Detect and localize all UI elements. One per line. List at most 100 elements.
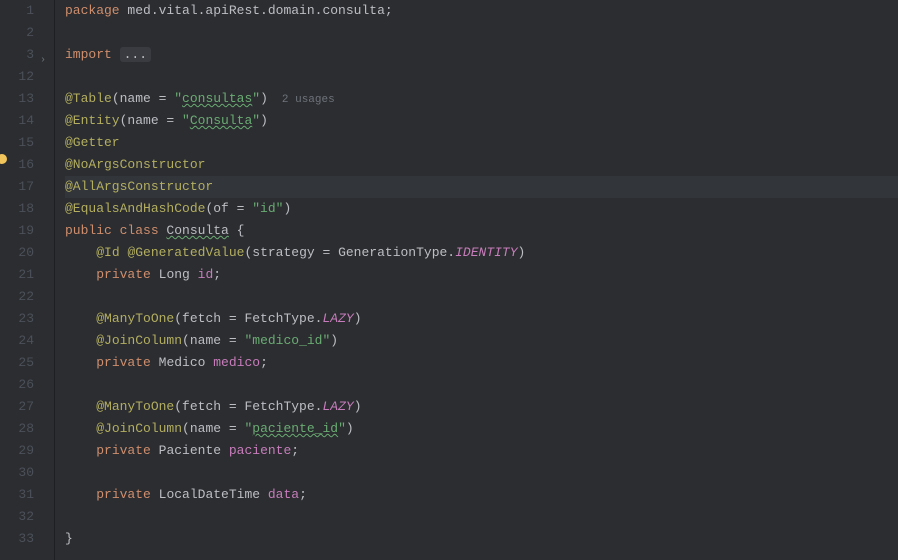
line-number: 23 [0,308,34,330]
code-line[interactable]: @NoArgsConstructor [65,154,898,176]
token: @Id [96,245,127,260]
token: ) [346,421,354,436]
indent [65,333,96,348]
code-line[interactable]: @JoinColumn(name = "paciente_id") [65,418,898,440]
code-editor[interactable]: 123›121314151617181920212223242526272829… [0,0,898,560]
token: medico [213,355,260,370]
code-line[interactable]: @Id @GeneratedValue(strategy = Generatio… [65,242,898,264]
code-line[interactable]: @AllArgsConstructor [65,176,898,198]
code-line[interactable]: private Paciente paciente; [65,440,898,462]
token: private [96,267,158,282]
token: } [65,531,73,546]
code-line[interactable]: package med.vital.apiRest.domain.consult… [65,0,898,22]
code-line[interactable]: private Medico medico; [65,352,898,374]
line-number: 24 [0,330,34,352]
token: ... [120,47,151,62]
token: (name = [182,333,244,348]
token: ) [518,245,526,260]
token: @Table [65,91,112,106]
token: @NoArgsConstructor [65,157,205,172]
token: ; [213,267,221,282]
token: " [252,113,260,128]
indent [65,355,96,370]
token: med.vital.apiRest.domain.consulta; [127,3,392,18]
code-line[interactable] [65,374,898,396]
line-number: 13 [0,88,34,110]
code-line[interactable] [65,506,898,528]
code-line[interactable]: @ManyToOne(fetch = FetchType.LAZY) [65,396,898,418]
code-line[interactable]: import ... [65,44,898,66]
code-line[interactable]: @EqualsAndHashCode(of = "id") [65,198,898,220]
code-line[interactable]: @Entity(name = "Consulta") [65,110,898,132]
token: (name = [120,113,182,128]
code-line[interactable] [65,22,898,44]
fold-expand-icon[interactable]: › [40,50,46,72]
line-number: 33 [0,528,34,550]
token: Long [159,267,198,282]
code-line[interactable]: @JoinColumn(name = "medico_id") [65,330,898,352]
line-number: 31 [0,484,34,506]
token: Medico [159,355,214,370]
token: "id" [252,201,283,216]
code-line[interactable]: @Getter [65,132,898,154]
token: @ManyToOne [96,311,174,326]
token: import [65,47,120,62]
line-number: 32 [0,506,34,528]
token: @Entity [65,113,120,128]
indent [65,399,96,414]
usage-hint[interactable]: 2 usages [282,94,335,106]
code-line[interactable]: @ManyToOne(fetch = FetchType.LAZY) [65,308,898,330]
line-number: 1 [0,0,34,22]
token: ) [354,399,362,414]
token: " [174,91,182,106]
token: private [96,355,158,370]
token: consultas [182,91,252,106]
token: ) [260,91,268,106]
code-line[interactable]: public class Consulta { [65,220,898,242]
token: IDENTITY [455,245,517,260]
token: private [96,443,158,458]
indent [65,245,96,260]
token: "medico_id" [244,333,330,348]
token: (fetch = FetchType. [174,399,322,414]
token: @JoinColumn [96,333,182,348]
line-number: 27 [0,396,34,418]
token: ) [330,333,338,348]
code-line[interactable]: private Long id; [65,264,898,286]
token: ; [260,355,268,370]
code-line[interactable]: private LocalDateTime data; [65,484,898,506]
line-number: 18 [0,198,34,220]
line-number: 3 [0,44,34,66]
line-number: 19 [0,220,34,242]
token: Consulta [190,113,252,128]
token: LAZY [322,399,353,414]
line-number: 26 [0,374,34,396]
line-number: 2 [0,22,34,44]
token: paciente [229,443,291,458]
code-area[interactable]: package med.vital.apiRest.domain.consult… [55,0,898,560]
line-number: 20 [0,242,34,264]
indent [65,267,96,282]
token: ) [354,311,362,326]
token: ; [299,487,307,502]
code-line[interactable] [65,462,898,484]
token: " [182,113,190,128]
code-line[interactable]: } [65,528,898,550]
line-number: 22 [0,286,34,308]
code-line[interactable] [65,66,898,88]
token: " [252,91,260,106]
token: ) [260,113,268,128]
code-line[interactable]: @Table(name = "consultas")2 usages [65,88,898,110]
line-number: 28 [0,418,34,440]
line-number: 17 [0,176,34,198]
token: data [268,487,299,502]
token: @GeneratedValue [127,245,244,260]
indent [65,311,96,326]
token: " [338,421,346,436]
code-line[interactable] [65,286,898,308]
line-number: 14 [0,110,34,132]
token: ) [283,201,291,216]
token: @JoinColumn [96,421,182,436]
token: LocalDateTime [159,487,268,502]
token: @AllArgsConstructor [65,179,213,194]
